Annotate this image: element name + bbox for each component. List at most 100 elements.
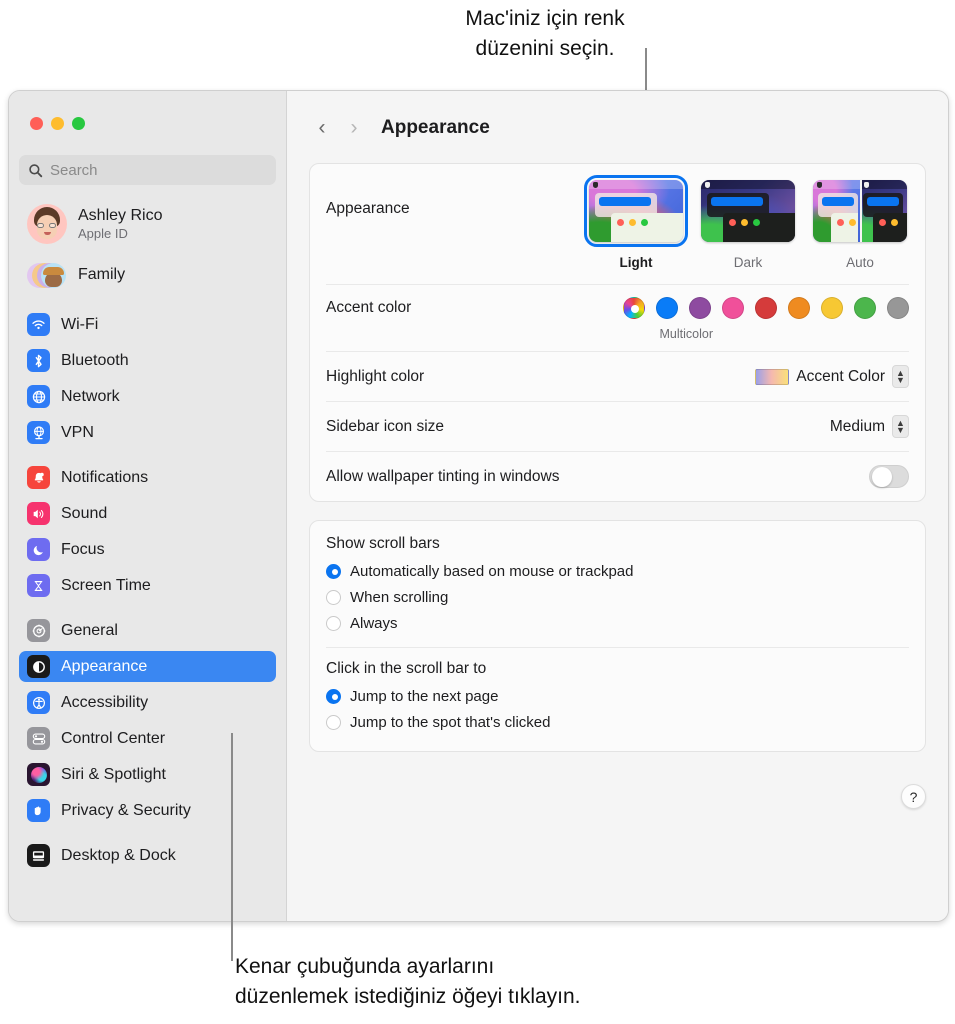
appearance-options: Light Dark Auto <box>584 175 909 270</box>
sidebar-item-label: Privacy & Security <box>61 801 191 819</box>
sidebar-item-general[interactable]: General <box>19 615 276 646</box>
sidebar-icon-size-row: Sidebar icon size Medium ▲ ▼ <box>326 401 909 451</box>
sidebar-item-vpn[interactable]: VPN <box>19 417 276 448</box>
appearance-label: Appearance <box>326 200 410 217</box>
appearance-settings-card: Appearance Light Dark Auto Accent color … <box>309 163 926 502</box>
hourglass-icon <box>27 574 50 597</box>
sidebar-item-privacy-and-security[interactable]: Privacy & Security <box>19 795 276 826</box>
sidebar-item-notifications[interactable]: Notifications <box>19 462 276 493</box>
sidebar-item-label: General <box>61 621 118 639</box>
radio-indicator[interactable] <box>326 688 341 704</box>
sidebar-item-apple-id[interactable]: Ashley Rico Apple ID <box>19 199 276 249</box>
sidebar-icon-size-popup[interactable]: Medium ▲ ▼ <box>830 415 909 438</box>
siri-icon <box>27 763 50 786</box>
chevron-updown-icon[interactable]: ▲ ▼ <box>892 365 909 388</box>
scroll-bars-card: Show scroll bars Automatically based on … <box>309 520 926 752</box>
wallpaper-tinting-toggle[interactable] <box>869 465 909 488</box>
account-subtitle: Apple ID <box>78 225 128 241</box>
accent-swatch-orange[interactable] <box>788 297 810 319</box>
radio-label: Automatically based on mouse or trackpad <box>350 562 634 580</box>
forward-button[interactable]: › <box>341 115 367 141</box>
appearance-option-label: Light <box>619 255 653 270</box>
radio-label: Jump to the spot that's clicked <box>350 713 551 731</box>
highlight-color-value: Accent Color <box>796 367 885 385</box>
section-divider <box>326 647 909 648</box>
sidebar-item-focus[interactable]: Focus <box>19 534 276 565</box>
dark-appearance-preview <box>701 180 795 242</box>
sidebar-item-accessibility[interactable]: Accessibility <box>19 687 276 718</box>
minimize-button[interactable] <box>51 117 64 130</box>
accent-swatch-graphite[interactable] <box>887 297 909 319</box>
appearance-option-dark[interactable]: Dark <box>699 180 797 270</box>
radio-when-scrolling[interactable]: When scrolling <box>326 584 909 610</box>
sidebar-item-desktop-and-dock[interactable]: Desktop & Dock <box>19 840 276 871</box>
sidebar-item-label: Sound <box>61 504 108 522</box>
sidebar-item-family[interactable]: Family <box>19 255 276 295</box>
appearance-option-light[interactable]: Light <box>584 175 688 270</box>
appearance-contrast-icon <box>27 655 50 678</box>
search-icon <box>29 163 43 177</box>
sidebar-item-label: VPN <box>61 423 94 441</box>
radio-indicator[interactable] <box>326 615 341 631</box>
accent-swatch-yellow[interactable] <box>821 297 843 319</box>
click-in-scroll-bar-title: Click in the scroll bar to <box>326 660 487 677</box>
sidebar-item-network[interactable]: Network <box>19 381 276 412</box>
sidebar-group-apps: General Appearance Accessibility Control… <box>19 615 276 826</box>
accent-swatch-pink[interactable] <box>722 297 744 319</box>
appearance-option-auto[interactable]: Auto <box>811 180 909 270</box>
radio-indicator[interactable] <box>326 589 341 605</box>
avatar <box>27 204 67 244</box>
accent-swatch-multicolor[interactable] <box>623 297 645 319</box>
wallpaper-tinting-label: Allow wallpaper tinting in windows <box>326 467 560 485</box>
sidebar-item-wi-fi[interactable]: Wi-Fi <box>19 309 276 340</box>
sidebar-icon-size-label: Sidebar icon size <box>326 417 445 435</box>
help-button[interactable]: ? <box>901 784 926 809</box>
callout-bottom-leader-line <box>231 733 233 961</box>
sidebar-item-sound[interactable]: Sound <box>19 498 276 529</box>
sidebar-item-label: Bluetooth <box>61 351 129 369</box>
accent-swatch-blue[interactable] <box>656 297 678 319</box>
zoom-button[interactable] <box>72 117 85 130</box>
control-center-icon <box>27 727 50 750</box>
sidebar-group-network: Wi-Fi Bluetooth Network VPN <box>19 309 276 448</box>
search-field[interactable]: Search <box>19 155 276 185</box>
callout-bottom-text: Kenar çubuğunda ayarlarını düzenlemek is… <box>235 955 581 1008</box>
radio-jump-to-the-next-page[interactable]: Jump to the next page <box>326 683 909 709</box>
back-button[interactable]: ‹ <box>309 115 335 141</box>
radio-indicator[interactable] <box>326 563 341 579</box>
system-settings-window: Search Ashley Rico Apple ID Family Wi-Fi… <box>8 90 949 922</box>
sidebar-item-label: Accessibility <box>61 693 149 711</box>
search-placeholder: Search <box>50 161 98 179</box>
bluetooth-icon <box>27 349 50 372</box>
light-appearance-preview <box>584 175 688 247</box>
sidebar-item-bluetooth[interactable]: Bluetooth <box>19 345 276 376</box>
close-button[interactable] <box>30 117 43 130</box>
sidebar-item-siri-and-spotlight[interactable]: Siri & Spotlight <box>19 759 276 790</box>
speaker-icon <box>27 502 50 525</box>
accent-swatch-red[interactable] <box>755 297 777 319</box>
sidebar-item-label: Focus <box>61 540 105 558</box>
radio-automatically-based-on-mouse-or-trackpad[interactable]: Automatically based on mouse or trackpad <box>326 558 909 584</box>
sidebar-item-label: Screen Time <box>61 576 151 594</box>
wifi-icon <box>27 313 50 336</box>
vpn-globe-icon <box>27 421 50 444</box>
highlight-color-popup[interactable]: Accent Color ▲ ▼ <box>755 365 909 388</box>
appearance-option-label: Auto <box>846 255 874 270</box>
highlight-color-row: Highlight color Accent Color ▲ ▼ <box>326 351 909 401</box>
highlight-color-swatch <box>755 368 790 385</box>
account-name: Ashley Rico <box>78 206 163 224</box>
radio-always[interactable]: Always <box>326 610 909 636</box>
sidebar-item-screen-time[interactable]: Screen Time <box>19 570 276 601</box>
sidebar: Search Ashley Rico Apple ID Family Wi-Fi… <box>9 91 287 921</box>
accent-swatch-green[interactable] <box>854 297 876 319</box>
accent-swatch-purple[interactable] <box>689 297 711 319</box>
radio-jump-to-the-spot-thats-clicked[interactable]: Jump to the spot that's clicked <box>326 709 909 735</box>
sidebar-item-label: Desktop & Dock <box>61 846 176 864</box>
sidebar-item-control-center[interactable]: Control Center <box>19 723 276 754</box>
chevron-updown-icon[interactable]: ▲ ▼ <box>892 415 909 438</box>
wallpaper-tinting-row: Allow wallpaper tinting in windows <box>326 451 909 501</box>
radio-indicator[interactable] <box>326 714 341 730</box>
main-content: ‹ › Appearance Appearance Light Dark Aut… <box>287 91 948 921</box>
sidebar-item-appearance[interactable]: Appearance <box>19 651 276 682</box>
sidebar-group-system: Notifications Sound Focus Screen Time <box>19 462 276 601</box>
